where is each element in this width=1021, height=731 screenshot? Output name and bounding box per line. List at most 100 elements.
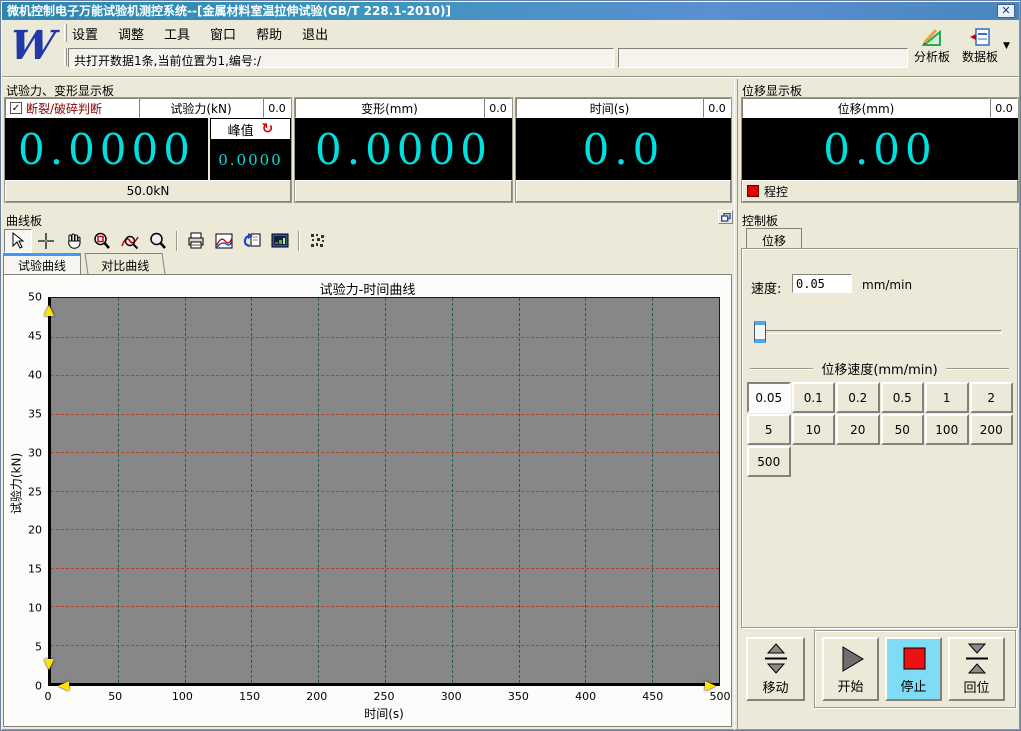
tab-displacement-control[interactable]: 位移 — [746, 228, 802, 249]
start-button[interactable]: 开始 — [822, 637, 879, 701]
start-label: 开始 — [837, 676, 863, 695]
menu-item-adjust[interactable]: 调整 — [118, 24, 144, 42]
stop-button[interactable]: 停止 — [885, 637, 942, 701]
x-axis-label: 时间(s) — [48, 705, 720, 722]
x-tick-label: 250 — [374, 690, 395, 703]
control-group-box: 速度: mm/min 位移速度(mm/min) 0.05 0.1 0.2 0.5… — [741, 248, 1018, 628]
v-gridline — [385, 298, 386, 683]
pan-tool-button[interactable] — [60, 229, 88, 253]
force-header: 试验力(kN) — [139, 98, 263, 118]
status-message: 共打开数据1条,当前位置为1,编号:/ — [68, 48, 614, 68]
toolbar-dropdown-icon[interactable]: ▼ — [1003, 41, 1010, 51]
zoom-curve-tool-button[interactable] — [116, 229, 144, 253]
chart-title: 试验力-时间曲线 — [4, 279, 731, 298]
plot-area[interactable] — [48, 297, 720, 686]
display-board-button[interactable] — [266, 229, 294, 253]
force-aux-value: 0.0 — [263, 98, 291, 118]
menu-item-exit[interactable]: 退出 — [302, 24, 328, 42]
break-judge-checkbox-cell[interactable]: ✓ 断裂/破碎判断 — [5, 98, 139, 118]
move-updown-icon — [761, 643, 791, 675]
x-tick-label: 150 — [239, 690, 260, 703]
separator-line — [750, 368, 813, 370]
curve-tabs: 试验曲线 对比曲线 — [3, 253, 164, 274]
analysis-board-label: 分析板 — [914, 50, 950, 64]
v-gridline — [652, 298, 653, 683]
deformation-footer — [295, 180, 512, 202]
speed-preset-0.05[interactable]: 0.05 — [747, 382, 791, 413]
peak-reset-button[interactable]: 峰值 ↻ — [210, 118, 291, 140]
x-tick-label: 500 — [710, 690, 731, 703]
tab-compare-curve[interactable]: 对比曲线 — [85, 253, 166, 274]
speed-unit-label: mm/min — [862, 278, 912, 292]
move-label: 移动 — [762, 677, 788, 696]
toolbar-zone: W 设置 调整 工具 窗口 帮助 退出 共打开数据1条,当前位置为1,编号:/ … — [2, 20, 1019, 77]
speed-group-separator: 位移速度(mm/min) — [750, 359, 1009, 378]
curve-style-button[interactable] — [210, 229, 238, 253]
speed-preset-0.5[interactable]: 0.5 — [881, 382, 925, 413]
zoom-region-tool-button[interactable] — [88, 229, 116, 253]
speed-preset-100[interactable]: 100 — [925, 414, 969, 445]
tab-test-curve[interactable]: 试验曲线 — [3, 253, 81, 274]
peak-label: 峰值 — [228, 120, 254, 139]
barcode-button[interactable] — [304, 229, 332, 253]
crosshair-icon — [37, 232, 55, 250]
copy-curve-button[interactable] — [238, 229, 266, 253]
speed-slider[interactable] — [754, 321, 1002, 343]
slider-thumb[interactable] — [754, 321, 766, 343]
menu-item-settings[interactable]: 设置 — [72, 24, 98, 42]
speed-preset-500[interactable]: 500 — [747, 446, 791, 477]
cursor-tool-button[interactable] — [4, 229, 32, 253]
play-icon — [836, 644, 866, 674]
close-button[interactable]: ✕ — [997, 4, 1015, 18]
return-button[interactable]: 回位 — [948, 637, 1005, 701]
time-display-block: 时间(s) 0.0 0.0 — [515, 97, 732, 203]
time-value-display: 0.0 — [516, 118, 731, 180]
y-tick-label: 40 — [28, 368, 42, 381]
x-tick-label: 400 — [575, 690, 596, 703]
move-button[interactable]: 移动 — [746, 637, 805, 701]
display-screen-icon — [271, 232, 289, 250]
copy-curve-icon — [243, 232, 261, 250]
app-window: 微机控制电子万能试验机测控系统--[金属材料室温拉伸试验(GB/T 228.1-… — [0, 0, 1021, 731]
speed-preset-10[interactable]: 10 — [792, 414, 836, 445]
y-tick-label: 25 — [28, 485, 42, 498]
curve-style-icon — [215, 232, 233, 250]
menu-item-tools[interactable]: 工具 — [164, 24, 190, 42]
speed-preset-20[interactable]: 20 — [836, 414, 880, 445]
restore-panel-button[interactable] — [718, 210, 733, 224]
crosshair-tool-button[interactable] — [32, 229, 60, 253]
title-bar: 微机控制电子万能试验机测控系统--[金属材料室温拉伸试验(GB/T 228.1-… — [2, 2, 1019, 20]
speed-input[interactable] — [792, 274, 852, 293]
print-button[interactable] — [182, 229, 210, 253]
displacement-aux-value: 0.0 — [990, 98, 1018, 118]
y-tick-label: 5 — [35, 641, 42, 654]
displacement-header: 位移(mm) — [742, 98, 990, 118]
menu-item-window[interactable]: 窗口 — [210, 24, 236, 42]
break-judge-checkbox[interactable]: ✓ — [10, 102, 22, 114]
v-gridline — [318, 298, 319, 683]
control-panel-title: 控制板 — [742, 212, 778, 229]
zoom-out-tool-button[interactable] — [144, 229, 172, 253]
time-header: 时间(s) — [516, 98, 703, 118]
speed-preset-1[interactable]: 1 — [925, 382, 969, 413]
vertical-splitter[interactable] — [734, 79, 738, 730]
data-board-button[interactable]: 数据板 — [956, 27, 1004, 71]
close-icon: ✕ — [1001, 4, 1010, 17]
speed-preset-0.1[interactable]: 0.1 — [792, 382, 836, 413]
analysis-board-button[interactable]: 分析板 — [908, 27, 956, 71]
speed-preset-2[interactable]: 2 — [970, 382, 1014, 413]
separator-line — [946, 368, 1009, 370]
speed-preset-50[interactable]: 50 — [881, 414, 925, 445]
program-control-indicator-icon — [747, 185, 759, 197]
slider-track[interactable] — [754, 330, 1002, 334]
menu-grip — [64, 24, 67, 42]
stop-square-icon — [899, 644, 929, 674]
x-tick-label: 200 — [306, 690, 327, 703]
menu-item-help[interactable]: 帮助 — [256, 24, 282, 42]
cursor-icon — [9, 232, 27, 250]
x-tick-label: 350 — [508, 690, 529, 703]
speed-preset-5[interactable]: 5 — [747, 414, 791, 445]
speed-preset-200[interactable]: 200 — [970, 414, 1014, 445]
speed-preset-0.2[interactable]: 0.2 — [836, 382, 880, 413]
y-tick-label: 0 — [35, 680, 42, 693]
